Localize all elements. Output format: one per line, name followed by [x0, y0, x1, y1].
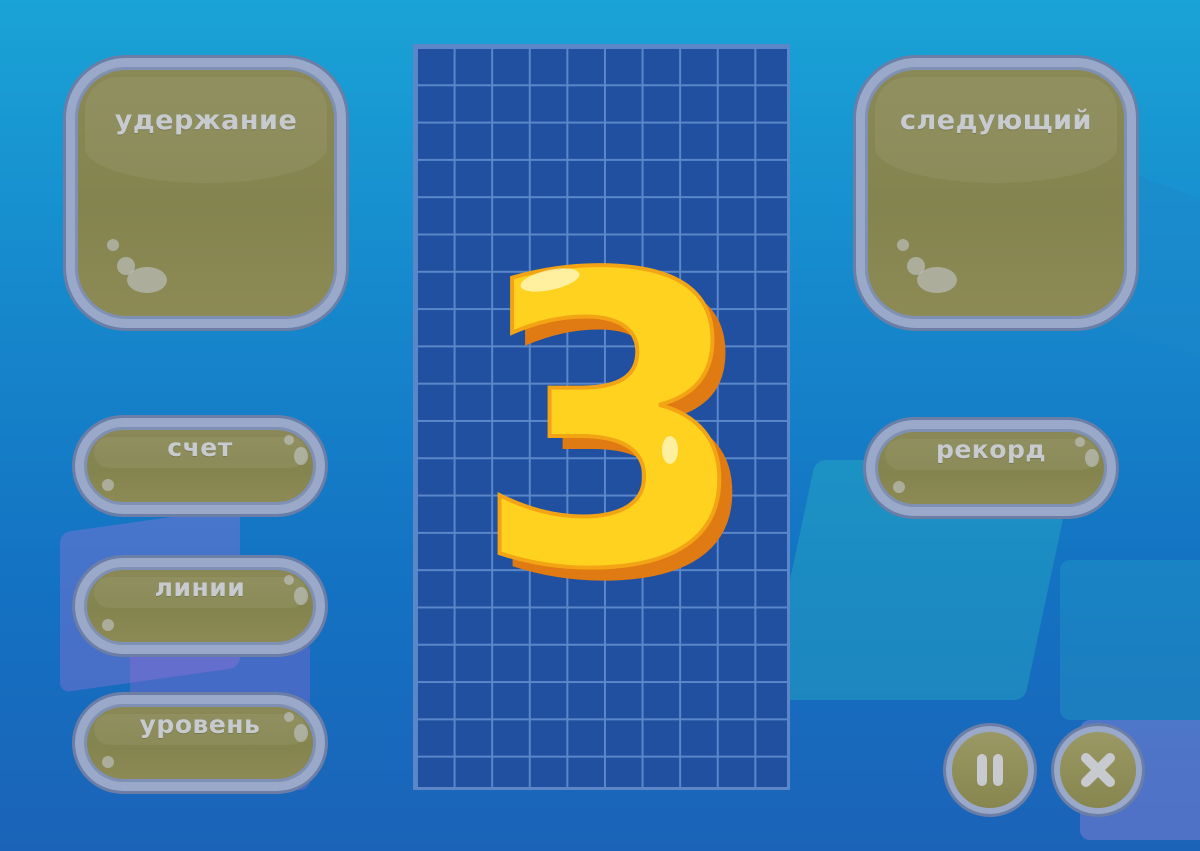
- bubble: [294, 447, 308, 465]
- hold-label: удержание: [114, 105, 298, 136]
- pause-button[interactable]: [946, 726, 1034, 814]
- bubble: [893, 481, 905, 493]
- next-label: следующий: [900, 105, 1092, 136]
- record-label: рекорд: [935, 435, 1047, 464]
- bubble: [284, 435, 294, 445]
- bubble: [284, 712, 294, 722]
- countdown-shine: [662, 436, 678, 464]
- bubble: [1075, 437, 1085, 447]
- bubble: [1085, 449, 1099, 467]
- bg-block: [1060, 560, 1200, 720]
- bubble: [294, 587, 308, 605]
- bubble: [107, 239, 119, 251]
- close-icon: [1081, 753, 1115, 787]
- level-label: уровень: [139, 710, 261, 739]
- record-panel: рекорд: [866, 420, 1116, 516]
- bubble: [294, 724, 308, 742]
- level-panel: уровень: [75, 695, 325, 791]
- hold-panel: удержание: [66, 58, 346, 328]
- bubble: [284, 575, 294, 585]
- pause-icon: [977, 754, 1003, 786]
- countdown-face: 3: [473, 240, 750, 620]
- next-panel: следующий: [856, 58, 1136, 328]
- bubble: [897, 239, 909, 251]
- score-label: счет: [167, 433, 233, 462]
- bubble: [127, 267, 167, 293]
- lines-label: линии: [154, 573, 246, 602]
- close-button[interactable]: [1054, 726, 1142, 814]
- countdown-number: 3 3: [471, 240, 750, 620]
- bubble: [102, 479, 114, 491]
- bubble: [917, 267, 957, 293]
- score-panel: счет: [75, 418, 325, 514]
- bubble: [102, 619, 114, 631]
- bubble: [102, 756, 114, 768]
- lines-panel: линии: [75, 558, 325, 654]
